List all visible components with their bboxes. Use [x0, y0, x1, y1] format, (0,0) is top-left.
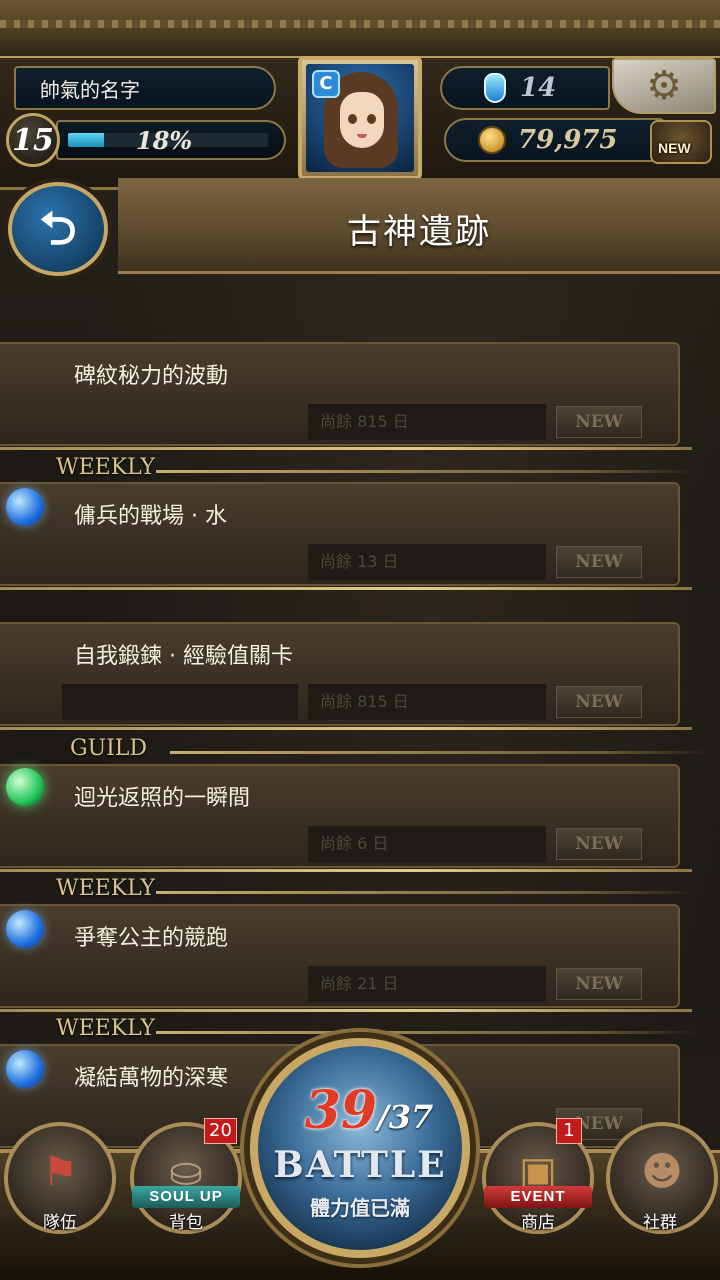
stamina-max: /37 [377, 1098, 434, 1136]
title-bar: 古神遺跡 [118, 178, 720, 274]
level-badge: 15 [6, 113, 60, 167]
portrait-image: C [306, 64, 414, 172]
dungeon-entry[interactable]: 碑紋秘力的波動 尚餘 815 日 NEW [0, 342, 692, 450]
flag-icon: ⚑ [42, 1149, 78, 1195]
gear-icon: ⚙ [646, 63, 682, 109]
page-title: 古神遺跡 [347, 212, 491, 252]
remaining-days: 尚餘 815 日 [308, 684, 546, 720]
new-badge: NEW [556, 686, 642, 718]
new-badge: NEW [556, 406, 642, 438]
element-icon: C [312, 70, 340, 98]
remaining-days: 尚餘 13 日 [308, 544, 546, 580]
player-portrait[interactable]: C [298, 56, 422, 180]
stamina-display: 39/37 [294, 1080, 444, 1141]
dungeon-name: 凝結萬物的深寒 [74, 1066, 229, 1091]
remaining-days: 尚餘 21 日 [308, 966, 546, 1002]
coin-icon [478, 126, 506, 154]
back-arrow-icon: ⮌ [39, 201, 77, 255]
dungeon-name: 爭奪公主的競跑 [74, 926, 229, 951]
bag-label: 背包 [169, 1213, 203, 1233]
gold-counter[interactable]: 79,975 [444, 118, 664, 162]
dungeon-name: 碑紋秘力的波動 [74, 364, 229, 389]
shop-count-badge: 1 [556, 1118, 582, 1144]
back-button[interactable]: ⮌ [8, 182, 108, 276]
dungeon-entry[interactable]: 爭奪公主的競跑 尚餘 21 日 NEW [0, 904, 692, 1012]
wood-orb-icon [6, 768, 44, 806]
gem-count: 14 [520, 73, 557, 103]
weekly-tag: WEEKLY [56, 876, 696, 906]
dungeon-name: 自我鍛鍊 · 經驗值關卡 [74, 644, 293, 669]
guild-tag: GUILD [70, 736, 711, 766]
exp-plate: 18% [56, 120, 286, 160]
remaining-days: 尚餘 6 日 [308, 826, 546, 862]
chest-button[interactable]: NEW [650, 120, 712, 164]
stamina-current: 39 [304, 1080, 378, 1141]
gem-counter[interactable]: 14 [440, 66, 610, 110]
shop-label: 商店 [521, 1213, 555, 1233]
team-label: 隊伍 [43, 1213, 77, 1233]
people-icon: ☻ [641, 1149, 683, 1195]
hud-ornament [0, 0, 720, 58]
portrait-eye [348, 114, 357, 124]
dungeon-entry[interactable]: 自我鍛鍊 · 經驗值關卡 尚餘 815 日 NEW [0, 622, 692, 730]
soul-up-ribbon: SOUL UP [132, 1186, 240, 1208]
new-badge: NEW [556, 968, 642, 1000]
empty-slot [62, 684, 298, 720]
portrait-eye [367, 114, 376, 124]
bag-count-badge: 20 [204, 1118, 237, 1144]
dungeon-entry[interactable]: 迴光返照的一瞬間 尚餘 6 日 NEW [0, 764, 692, 872]
new-badge: NEW [556, 828, 642, 860]
gold-count: 79,975 [518, 125, 618, 155]
player-name: 帥氣的名字 [40, 77, 140, 102]
event-ribbon: EVENT [484, 1186, 592, 1208]
weekly-tag: WEEKLY [56, 455, 696, 485]
player-name-plate[interactable]: 帥氣的名字 [14, 66, 276, 110]
settings-button[interactable]: ⚙ [612, 58, 716, 114]
portrait-face [340, 92, 384, 148]
exp-percent: 18% [136, 126, 193, 155]
new-badge: NEW [556, 546, 642, 578]
stamina-full-label: 體力值已滿 [310, 1196, 410, 1220]
level-value: 15 [12, 122, 54, 158]
gem-icon [484, 73, 506, 103]
battle-label: BATTLE [273, 1144, 447, 1186]
exp-bar-fill [68, 133, 104, 147]
water-orb-icon [6, 488, 44, 526]
dungeon-name: 迴光返照的一瞬間 [74, 786, 251, 811]
battle-button[interactable]: 39/37 BATTLE 體力值已滿 [250, 1038, 470, 1258]
water-orb-icon [6, 910, 44, 948]
social-label: 社群 [643, 1213, 677, 1233]
water-orb-icon [6, 1050, 44, 1088]
dungeon-entry[interactable]: 傭兵的戰場 · 水 尚餘 13 日 NEW [0, 482, 692, 590]
weekly-tag: WEEKLY [56, 1016, 696, 1046]
remaining-days: 尚餘 815 日 [308, 404, 546, 440]
chest-new-label: NEW [658, 140, 691, 156]
dungeon-name: 傭兵的戰場 · 水 [74, 504, 227, 529]
